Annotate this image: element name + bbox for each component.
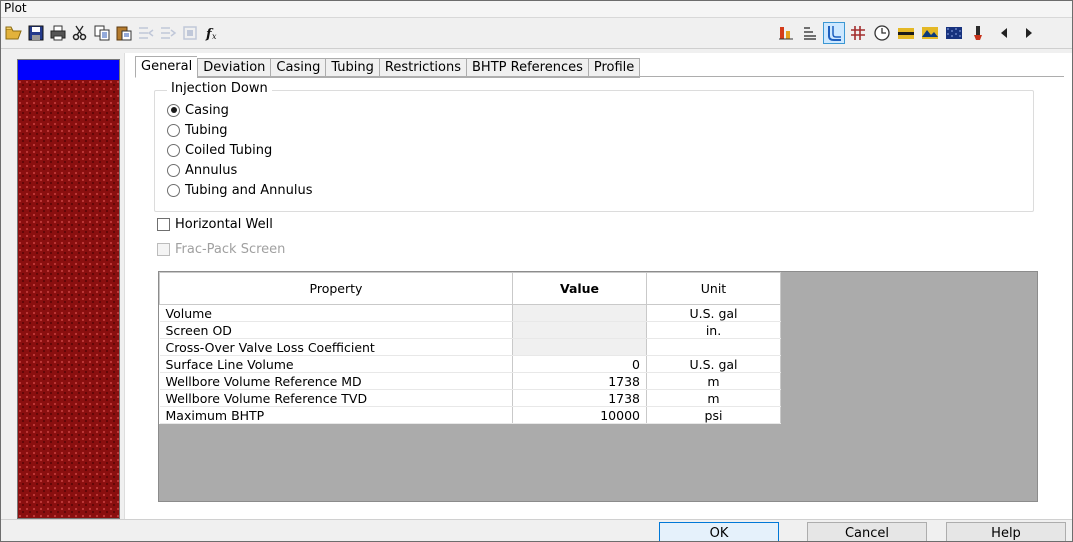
radio-casing[interactable]: Casing [167,101,229,119]
cut-icon[interactable] [69,22,91,44]
radio-button[interactable] [167,183,180,197]
open-icon[interactable] [3,22,25,44]
radio-label: Annulus [185,162,238,178]
property-cell: Wellbore Volume Reference TVD [159,389,513,407]
tab-bhtp-references[interactable]: BHTP References [466,58,588,78]
delete-row-icon[interactable] [179,22,201,44]
cancel-button[interactable]: Cancel [807,522,927,541]
table-row: Wellbore Volume Reference TVD 1738 m [159,389,781,407]
checkbox-box[interactable] [157,217,170,231]
pattern-icon[interactable] [943,22,965,44]
help-button[interactable]: Help [946,522,1066,541]
property-cell: Surface Line Volume [159,355,513,373]
ok-button[interactable]: OK [659,522,779,541]
grid-icon[interactable] [847,22,869,44]
property-cell: Wellbore Volume Reference MD [159,372,513,390]
radio-button[interactable] [167,143,180,157]
window-title: Plot [4,1,27,15]
tab-profile[interactable]: Profile [587,58,641,78]
wellbore-preview [17,59,120,519]
function-icon[interactable]: fx [203,22,225,44]
radio-button[interactable] [167,103,180,117]
align-icon[interactable] [799,22,821,44]
value-cell[interactable]: 0 [512,355,647,373]
unit-cell: psi [646,406,781,424]
tab-strip: General Deviation Casing Tubing Restrict… [135,56,641,78]
tool-icon[interactable] [967,22,989,44]
property-cell: Maximum BHTP [159,406,513,424]
column-header-property[interactable]: Property [159,272,513,305]
value-cell-editing[interactable]: 10000 [512,406,647,424]
checkbox-label: Frac-Pack Screen [175,241,286,257]
prev-icon[interactable] [993,22,1015,44]
next-icon[interactable] [1017,22,1039,44]
unit-cell: U.S. gal [646,304,781,322]
unit-cell: in. [646,321,781,339]
value-cell [512,304,647,322]
table-row: Wellbore Volume Reference MD 1738 m [159,372,781,390]
preview-formation-layer [18,80,119,518]
radio-coiled-tubing[interactable]: Coiled Tubing [167,141,272,159]
toolbar: fx [1,19,1072,49]
frac-pack-screen-checkbox: Frac-Pack Screen [157,240,285,258]
table-row: Surface Line Volume 0 U.S. gal [159,355,781,373]
dialog-button-bar: OK Cancel Help [1,519,1072,541]
tab-divider [135,76,1064,77]
checkbox-label: Horizontal Well [175,216,273,232]
svg-text:x: x [212,32,217,41]
column-header-value[interactable]: Value [512,272,647,305]
radio-tubing[interactable]: Tubing [167,121,228,139]
wellbore-icon[interactable] [823,22,845,44]
value-cell[interactable]: 1738 [512,389,647,407]
table-row: Cross-Over Valve Loss Coefficient [159,338,781,356]
clock-icon[interactable] [871,22,893,44]
checkbox-box [157,242,170,256]
unit-cell: m [646,389,781,407]
property-cell: Volume [159,304,513,322]
paste-icon[interactable] [113,22,135,44]
plot-window: Plot fx General Deviation Casing Tubing … [0,0,1073,542]
tab-restrictions[interactable]: Restrictions [378,58,467,78]
radio-label: Tubing [185,122,228,138]
radio-annulus[interactable]: Annulus [167,161,237,179]
save-icon[interactable] [25,22,47,44]
print-icon[interactable] [47,22,69,44]
properties-panel: General Deviation Casing Tubing Restrict… [124,53,1072,519]
table-header-row: Property Value Unit [159,272,781,305]
unit-cell: U.S. gal [646,355,781,373]
table-row: Volume U.S. gal [159,304,781,322]
radio-label: Casing [185,102,229,118]
preview-top-layer [18,60,119,80]
value-cell[interactable]: 1738 [512,372,647,390]
property-cell: Cross-Over Valve Loss Coefficient [159,338,513,356]
tab-deviation[interactable]: Deviation [197,58,271,78]
copy-icon[interactable] [91,22,113,44]
table-row: Screen OD in. [159,321,781,339]
unit-cell: m [646,372,781,390]
radio-label: Tubing and Annulus [185,182,313,198]
property-table: Property Value Unit Volume U.S. gal Scre… [159,272,781,424]
append-row-icon[interactable] [157,22,179,44]
value-cell [512,338,647,356]
radio-tubing-and-annulus[interactable]: Tubing and Annulus [167,181,313,199]
terrain-icon[interactable] [919,22,941,44]
unit-cell [646,338,781,356]
title-bar: Plot [1,1,1072,18]
injection-down-title: Injection Down [167,81,272,96]
value-cell [512,321,647,339]
tab-general[interactable]: General [135,56,198,78]
tab-tubing[interactable]: Tubing [325,58,379,78]
layer-icon[interactable] [895,22,917,44]
bar-chart-icon[interactable] [775,22,797,44]
radio-button[interactable] [167,123,180,137]
column-header-unit[interactable]: Unit [646,272,781,305]
insert-row-icon[interactable] [135,22,157,44]
tab-casing[interactable]: Casing [270,58,326,78]
radio-button[interactable] [167,163,180,177]
property-grid-area: Property Value Unit Volume U.S. gal Scre… [158,271,1038,502]
horizontal-well-checkbox[interactable]: Horizontal Well [157,215,273,233]
table-row: Maximum BHTP 10000 psi [159,406,781,424]
property-cell: Screen OD [159,321,513,339]
radio-label: Coiled Tubing [185,142,273,158]
